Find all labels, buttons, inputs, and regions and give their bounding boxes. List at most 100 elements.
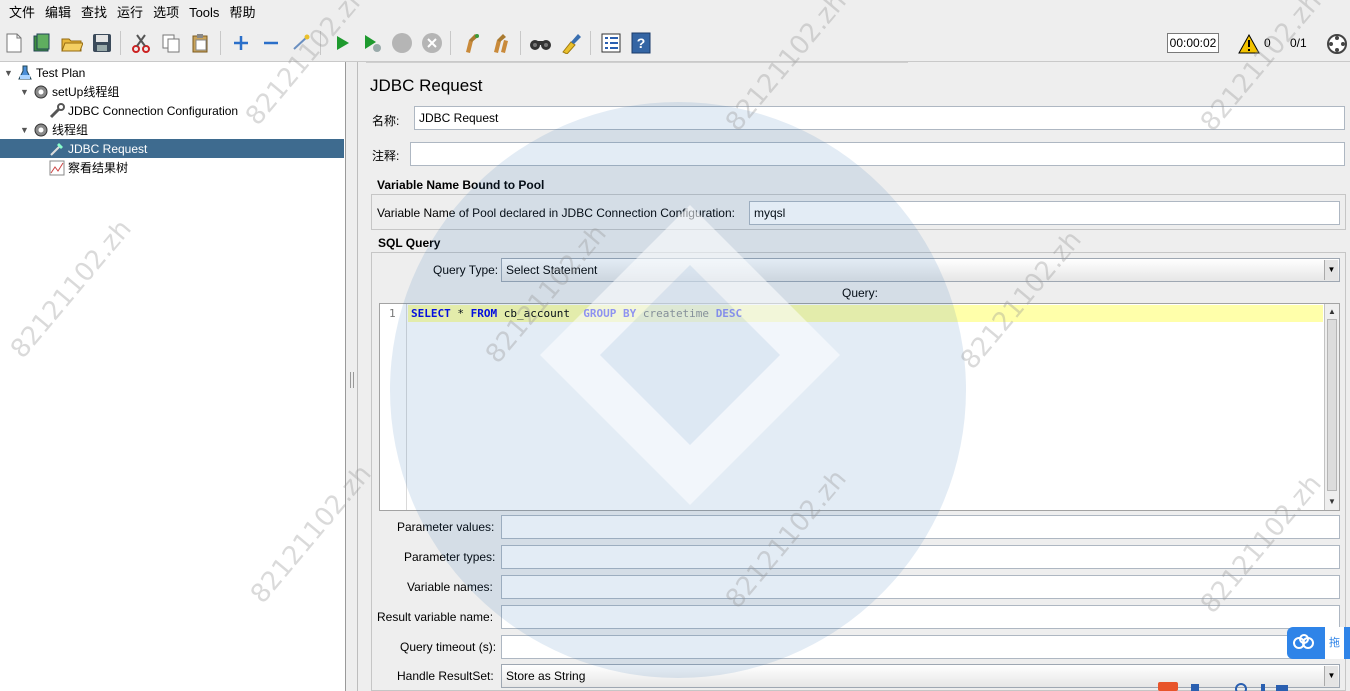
copy-icon[interactable] bbox=[159, 31, 183, 55]
panel-splitter[interactable] bbox=[346, 62, 358, 691]
cut-icon[interactable] bbox=[129, 31, 153, 55]
tree-item-label: 察看结果树 bbox=[68, 161, 129, 175]
collapse-toggle-icon[interactable]: ▼ bbox=[20, 87, 30, 97]
param-values-field[interactable] bbox=[501, 515, 1340, 539]
query-label: Query: bbox=[842, 286, 879, 300]
param-types-field[interactable] bbox=[501, 545, 1340, 569]
save-icon[interactable] bbox=[90, 31, 114, 55]
expand-icon[interactable] bbox=[229, 31, 253, 55]
scroll-down-icon[interactable]: ▼ bbox=[1325, 494, 1339, 508]
cloud-widget[interactable]: 拖 bbox=[1287, 627, 1350, 659]
tree-item-view-results-tree[interactable]: 察看结果树 bbox=[49, 158, 128, 177]
collapse-toggle-icon[interactable]: ▼ bbox=[4, 68, 14, 78]
pipette-icon bbox=[49, 141, 65, 157]
sql-keyword-group-by: GROUP BY bbox=[583, 307, 637, 320]
sql-code-line[interactable]: SELECT * FROM cb_account GROUP BY create… bbox=[408, 305, 1323, 322]
collapse-toggle-icon[interactable]: ▼ bbox=[20, 125, 30, 135]
paste-icon[interactable] bbox=[189, 31, 213, 55]
menu-file[interactable]: 文件 bbox=[4, 0, 40, 25]
sql-group-title: SQL Query bbox=[378, 236, 441, 250]
sql-column: createtime bbox=[636, 307, 716, 320]
name-label: 名称: bbox=[372, 114, 400, 128]
query-type-select[interactable]: Select Statement ▼ bbox=[501, 258, 1340, 282]
pool-name-field[interactable] bbox=[749, 201, 1340, 225]
clear-all-icon[interactable] bbox=[489, 31, 513, 55]
line-gutter: 1 bbox=[380, 304, 407, 510]
menu-bar: 文件 编辑 查找 运行 选项 Tools 帮助 bbox=[0, 0, 1350, 25]
variable-names-field[interactable] bbox=[501, 575, 1340, 599]
pool-group-title: Variable Name Bound to Pool bbox=[377, 178, 545, 192]
chevron-down-icon: ▼ bbox=[1324, 260, 1338, 280]
templates-icon[interactable] bbox=[30, 31, 54, 55]
sql-keyword-desc: DESC bbox=[715, 307, 743, 320]
menu-search[interactable]: 查找 bbox=[76, 0, 112, 25]
splitter-grip[interactable] bbox=[350, 372, 354, 388]
tree-item-jdbc-connection-config[interactable]: JDBC Connection Configuration bbox=[49, 101, 238, 120]
gear-icon bbox=[33, 122, 49, 138]
tree-item-label: JDBC Request bbox=[68, 141, 148, 156]
sql-editor[interactable]: 1 SELECT * FROM cb_account GROUP BY crea… bbox=[379, 303, 1340, 511]
toggle-icon[interactable] bbox=[289, 31, 313, 55]
warning-icon[interactable] bbox=[1237, 32, 1261, 56]
cloud-widget-label: 拖 bbox=[1325, 627, 1344, 659]
tree-item-label: setUp线程组 bbox=[52, 85, 120, 99]
open-icon[interactable] bbox=[60, 31, 84, 55]
param-values-label: Parameter values: bbox=[397, 520, 495, 534]
stop-icon[interactable] bbox=[390, 31, 414, 55]
tree-item-thread-group[interactable]: ▼ 线程组 bbox=[20, 120, 88, 139]
reset-search-icon[interactable] bbox=[559, 31, 583, 55]
cloud-icon bbox=[1293, 633, 1315, 653]
sql-keyword-from: FROM bbox=[470, 307, 498, 320]
editor-scrollbar[interactable]: ▲ ▼ bbox=[1324, 304, 1339, 510]
result-variable-label: Result variable name: bbox=[377, 610, 494, 624]
tree-item-setup-thread-group[interactable]: ▼ setUp线程组 bbox=[20, 82, 119, 101]
test-plan-tree: ▼ Test Plan ▼ setUp线程组 JDBC Connection C… bbox=[0, 62, 346, 691]
help-icon[interactable]: ? bbox=[629, 31, 653, 55]
collapse-icon[interactable] bbox=[259, 31, 283, 55]
remote-icon[interactable] bbox=[1325, 32, 1349, 56]
search-icon[interactable] bbox=[529, 31, 553, 55]
query-timeout-field[interactable] bbox=[501, 635, 1340, 659]
name-field[interactable] bbox=[414, 106, 1345, 130]
scrollbar-thumb[interactable] bbox=[1327, 319, 1337, 491]
pool-label: Variable Name of Pool declared in JDBC C… bbox=[377, 206, 735, 220]
wrench-icon bbox=[49, 102, 65, 119]
variable-names-label: Variable names: bbox=[407, 580, 493, 594]
query-type-value: Select Statement bbox=[506, 263, 598, 277]
sql-star: * bbox=[450, 307, 471, 320]
menu-options[interactable]: 选项 bbox=[148, 0, 184, 25]
start-icon[interactable] bbox=[330, 31, 354, 55]
query-type-label: Query Type: bbox=[433, 263, 499, 277]
query-timeout-label: Query timeout (s): bbox=[400, 640, 497, 654]
tree-item-label: Test Plan bbox=[36, 65, 86, 80]
scroll-up-icon[interactable]: ▲ bbox=[1325, 304, 1339, 318]
tree-item-label: 线程组 bbox=[52, 123, 89, 137]
clear-icon[interactable] bbox=[459, 31, 483, 55]
start-no-pause-icon[interactable] bbox=[360, 31, 384, 55]
shutdown-icon[interactable] bbox=[420, 31, 444, 55]
title-divider bbox=[366, 62, 908, 63]
menu-tools[interactable]: Tools bbox=[184, 0, 224, 25]
tree-item-jdbc-request[interactable]: JDBC Request bbox=[0, 139, 344, 158]
gear-icon bbox=[33, 84, 49, 100]
new-icon[interactable] bbox=[2, 31, 26, 55]
result-variable-field[interactable] bbox=[501, 605, 1340, 629]
param-types-label: Parameter types: bbox=[404, 550, 496, 564]
comment-field[interactable] bbox=[410, 142, 1345, 166]
toolbar: ? 00:00:02 0 0/1 bbox=[0, 25, 1350, 62]
handle-resultset-label: Handle ResultSet: bbox=[397, 669, 494, 683]
tree-item-label: JDBC Connection Configuration bbox=[68, 103, 239, 118]
test-plan-icon bbox=[17, 65, 33, 81]
handle-resultset-value: Store as String bbox=[506, 669, 586, 683]
menu-help[interactable]: 帮助 bbox=[224, 0, 260, 25]
sql-table: cb_account bbox=[497, 307, 584, 320]
jdbc-request-panel: JDBC Request 名称: 注释: Variable Name Bound… bbox=[358, 62, 1350, 691]
graph-icon bbox=[49, 160, 65, 176]
function-helper-icon[interactable] bbox=[599, 31, 623, 55]
taskbar-icons-strip bbox=[1158, 682, 1288, 691]
comment-label: 注释: bbox=[372, 149, 400, 163]
tree-item-test-plan[interactable]: ▼ Test Plan bbox=[4, 63, 85, 82]
menu-run[interactable]: 运行 bbox=[112, 0, 148, 25]
menu-edit[interactable]: 编辑 bbox=[40, 0, 76, 25]
warning-count: 0 bbox=[1264, 36, 1271, 50]
